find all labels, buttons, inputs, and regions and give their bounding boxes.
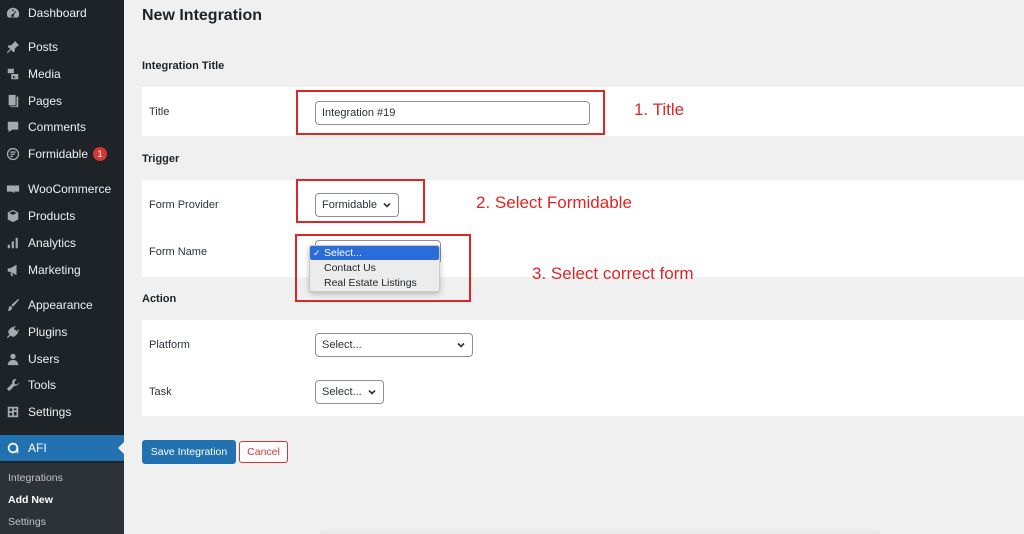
- save-integration-button[interactable]: Save Integration: [142, 440, 236, 464]
- admin-sidebar: Dashboard Posts Media Pages Comments For…: [0, 0, 124, 534]
- annotation-step-3: 3. Select correct form: [532, 264, 694, 283]
- annotation-step-2: 2. Select Formidable: [476, 193, 632, 212]
- sidebar-item-label: Users: [28, 352, 60, 366]
- pin-icon: [5, 39, 21, 55]
- action-panel: [142, 320, 1024, 416]
- sidebar-item-analytics[interactable]: Analytics: [0, 230, 124, 256]
- sidebar-item-posts[interactable]: Posts: [0, 34, 124, 60]
- pages-icon: [5, 93, 21, 109]
- plug-icon: [5, 324, 21, 340]
- sidebar-item-label: Media: [28, 67, 61, 81]
- sidebar-item-label: Dashboard: [28, 6, 87, 20]
- annotation-box-provider: [296, 179, 425, 223]
- task-select[interactable]: Select...: [315, 380, 384, 404]
- sidebar-item-label: Products: [28, 209, 76, 223]
- sidebar-item-label: Marketing: [28, 263, 81, 277]
- platform-select[interactable]: Select...: [315, 333, 473, 357]
- active-indicator: [118, 442, 124, 454]
- cancel-button[interactable]: Cancel: [239, 441, 288, 463]
- chevron-down-icon: [367, 387, 377, 397]
- sidebar-item-label: Comments: [28, 120, 87, 134]
- afi-submenu: Integrations Add New Settings: [0, 463, 124, 534]
- sidebar-item-settings[interactable]: Settings: [0, 399, 124, 425]
- sidebar-item-products[interactable]: Products: [0, 203, 124, 229]
- notification-badge: 1: [93, 147, 108, 161]
- sidebar-item-label: Appearance: [28, 298, 93, 312]
- sidebar-item-label: Settings: [28, 405, 72, 419]
- megaphone-icon: [5, 262, 21, 278]
- form-name-label: Form Name: [149, 246, 208, 258]
- sidebar-item-appearance[interactable]: Appearance: [0, 292, 124, 318]
- sidebar-item-afi[interactable]: AFI: [0, 435, 124, 461]
- sidebar-item-label: Plugins: [28, 325, 68, 339]
- platform-label: Platform: [149, 339, 190, 351]
- task-label: Task: [149, 386, 172, 398]
- submenu-item-add-new[interactable]: Add New: [8, 494, 53, 506]
- dashboard-icon: [5, 5, 21, 21]
- woo-icon: [5, 181, 21, 197]
- user-icon: [5, 351, 21, 367]
- afi-icon: [5, 440, 21, 456]
- box-icon: [5, 208, 21, 224]
- formidable-icon: [5, 146, 21, 162]
- submenu-item-settings[interactable]: Settings: [8, 516, 46, 528]
- annotation-box-form-name: [295, 234, 471, 302]
- title-label: Title: [149, 106, 170, 118]
- form-provider-label: Form Provider: [149, 199, 219, 211]
- section-heading-integration-title: Integration Title: [142, 60, 225, 72]
- footer-shadow: [320, 526, 880, 534]
- sidebar-item-users[interactable]: Users: [0, 346, 124, 372]
- sidebar-item-pages[interactable]: Pages: [0, 88, 124, 114]
- platform-value: Select...: [322, 339, 362, 351]
- submenu-item-integrations[interactable]: Integrations: [8, 472, 63, 484]
- section-heading-action: Action: [142, 293, 177, 305]
- media-icon: [5, 66, 21, 82]
- section-heading-trigger: Trigger: [142, 153, 180, 165]
- wrench-icon: [5, 377, 21, 393]
- sidebar-item-label: Formidable: [28, 147, 89, 161]
- sidebar-item-label: Posts: [28, 40, 59, 54]
- sidebar-item-label: AFI: [28, 441, 47, 455]
- sidebar-item-formidable[interactable]: Formidable 1: [0, 141, 124, 167]
- sidebar-item-dashboard[interactable]: Dashboard: [0, 0, 124, 26]
- sidebar-item-label: Analytics: [28, 236, 77, 250]
- sidebar-item-media[interactable]: Media: [0, 61, 124, 87]
- sidebar-item-woocommerce[interactable]: WooCommerce: [0, 176, 124, 202]
- sidebar-item-tools[interactable]: Tools: [0, 372, 124, 398]
- sidebar-item-plugins[interactable]: Plugins: [0, 319, 124, 345]
- sidebar-item-comments[interactable]: Comments: [0, 114, 124, 140]
- annotation-box-title: [296, 90, 605, 135]
- sidebar-item-label: Pages: [28, 94, 63, 108]
- sidebar-item-label: WooCommerce: [28, 182, 112, 196]
- sidebar-item-marketing[interactable]: Marketing: [0, 257, 124, 283]
- bar-chart-icon: [5, 235, 21, 251]
- page-title: New Integration: [142, 7, 263, 24]
- annotation-step-1: 1. Title: [634, 100, 685, 119]
- chevron-down-icon: [456, 340, 466, 350]
- sidebar-item-label: Tools: [28, 378, 57, 392]
- comment-icon: [5, 119, 21, 135]
- task-value: Select...: [322, 386, 362, 398]
- settings-icon: [5, 404, 21, 420]
- brush-icon: [5, 297, 21, 313]
